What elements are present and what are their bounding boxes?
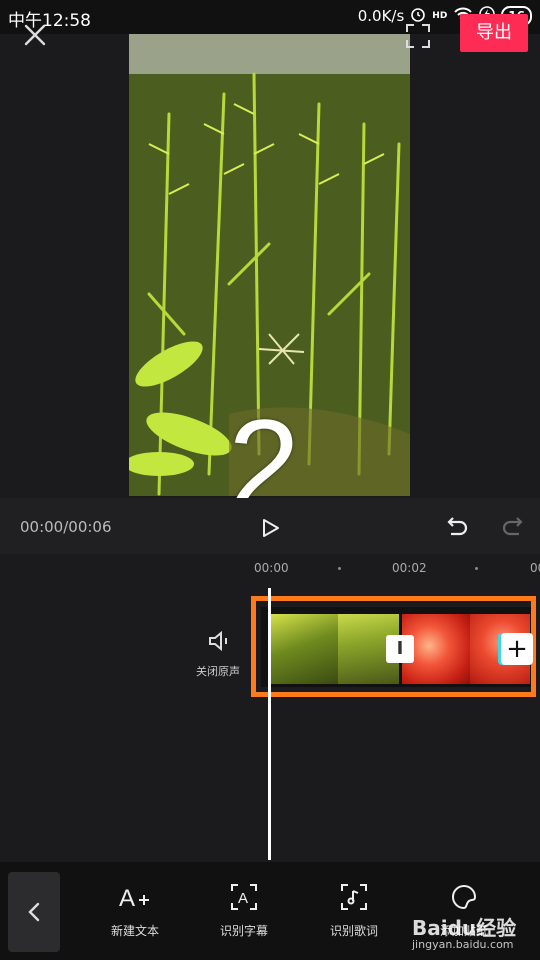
clip-thumbnail[interactable] (270, 614, 338, 684)
watermark-logo: Baidu经验 (412, 916, 517, 940)
mute-original-sound-button[interactable]: 关闭原声 (196, 663, 240, 679)
fullscreen-icon[interactable] (404, 22, 432, 50)
back-button[interactable] (8, 872, 60, 952)
playhead[interactable] (268, 588, 271, 860)
tool-recognize-lyrics[interactable]: 识别歌词 (309, 880, 399, 939)
ruler-tick: 00:02 (392, 561, 427, 575)
ruler-tick: 00 (530, 561, 540, 575)
ruler-dot (475, 567, 478, 570)
recognize-subtitle-icon: A (199, 880, 289, 914)
sticker-icon (419, 880, 509, 914)
network-speed: 0.0K/s (357, 7, 405, 25)
tool-label: 识别歌词 (329, 924, 378, 938)
tool-label: 识别字幕 (219, 924, 268, 938)
export-button[interactable]: 导出 (460, 14, 528, 52)
hd-badge: HD (432, 11, 448, 21)
undo-icon[interactable] (444, 514, 470, 540)
recognize-lyrics-icon (309, 880, 399, 914)
tool-new-text[interactable]: A 新建文本 (90, 880, 180, 939)
speaker-icon[interactable] (207, 630, 233, 652)
watermark-url: jingyan.baidu.com (412, 938, 514, 951)
tool-recognize-subtitle[interactable]: A 识别字幕 (199, 880, 289, 939)
timecode: 00:00/00:06 (20, 518, 112, 536)
ruler-tick: 00:00 (254, 561, 289, 575)
add-clip-button[interactable]: + (501, 633, 533, 665)
add-text-icon: A (90, 880, 180, 914)
svg-text:A: A (119, 885, 135, 912)
redo-icon[interactable] (500, 514, 526, 540)
tool-label: 新建文本 (110, 924, 159, 938)
play-icon[interactable] (258, 516, 282, 540)
svg-text:A: A (238, 890, 248, 907)
close-icon[interactable] (20, 20, 50, 50)
ruler-dot (338, 567, 341, 570)
transition-button[interactable]: I (386, 635, 414, 663)
